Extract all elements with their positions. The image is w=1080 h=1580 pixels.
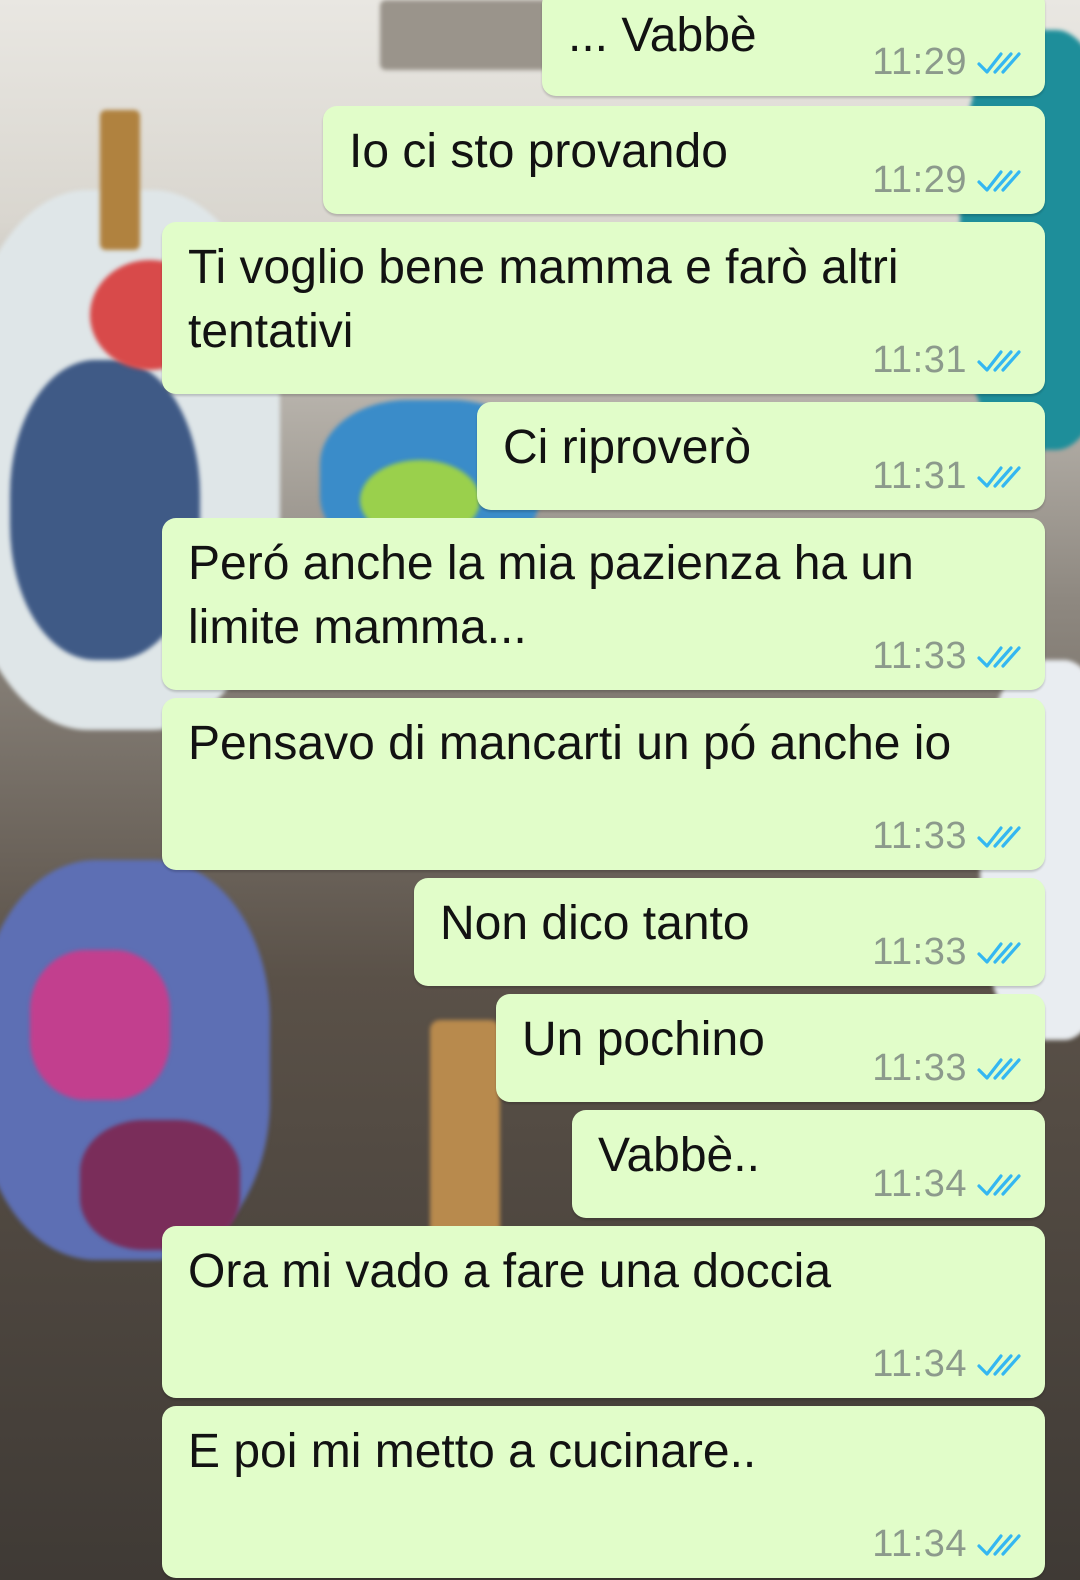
message-meta: 11:31	[872, 455, 1025, 498]
read-receipt-icon	[977, 1057, 1021, 1080]
message-time: 11:33	[872, 1047, 967, 1089]
message-meta: 11:34	[872, 1523, 1025, 1566]
message-time: 11:34	[872, 1523, 967, 1565]
message-bubble[interactable]: Pensavo di mancarti un pó anche io 11:33	[162, 698, 1045, 870]
message-meta: 11:34	[872, 1163, 1025, 1206]
message-meta: 11:33	[872, 815, 1025, 858]
read-receipt-icon	[977, 349, 1021, 372]
read-receipt-icon	[977, 1353, 1021, 1376]
message-time: 11:31	[872, 455, 967, 497]
message-meta: 11:33	[872, 1047, 1025, 1090]
message-text: Pensavo di mancarti un pó anche io	[188, 717, 952, 770]
read-receipt-icon	[977, 941, 1021, 964]
message-bubble[interactable]: Ci riproverò 11:31	[477, 402, 1045, 510]
message-bubble[interactable]: Ti voglio bene mamma e farò altri tentat…	[162, 222, 1045, 394]
message-time: 11:33	[872, 931, 967, 973]
message-text: E poi mi metto a cucinare..	[188, 1425, 757, 1478]
message-list[interactable]: ... Vabbè 11:29 Io ci sto provando 11:29…	[0, 0, 1080, 1580]
read-receipt-icon	[977, 1533, 1021, 1556]
read-receipt-icon	[977, 645, 1021, 668]
message-time: 11:33	[872, 815, 967, 857]
read-receipt-icon	[977, 825, 1021, 848]
message-meta: 11:34	[872, 1343, 1025, 1386]
message-bubble[interactable]: Io ci sto provando 11:29	[323, 106, 1045, 214]
message-time: 11:34	[872, 1343, 967, 1385]
message-bubble[interactable]: Peró anche la mia pazienza ha un limite …	[162, 518, 1045, 690]
message-meta: 11:33	[872, 931, 1025, 974]
message-time: 11:34	[872, 1163, 967, 1205]
message-meta: 11:29	[872, 159, 1025, 202]
message-meta: 11:29	[872, 41, 1025, 84]
read-receipt-icon	[977, 169, 1021, 192]
message-time: 11:29	[872, 159, 967, 201]
message-meta: 11:31	[872, 339, 1025, 382]
read-receipt-icon	[977, 1173, 1021, 1196]
read-receipt-icon	[977, 465, 1021, 488]
message-bubble[interactable]: Un pochino 11:33	[496, 994, 1045, 1102]
message-meta: 11:33	[872, 635, 1025, 678]
message-bubble[interactable]: Ora mi vado a fare una doccia 11:34	[162, 1226, 1045, 1398]
message-time: 11:31	[872, 339, 967, 381]
message-bubble[interactable]: ... Vabbè 11:29	[542, 0, 1045, 96]
message-text: Ora mi vado a fare una doccia	[188, 1245, 832, 1298]
message-bubble[interactable]: Non dico tanto 11:33	[414, 878, 1045, 986]
message-bubble[interactable]: E poi mi metto a cucinare.. 11:34	[162, 1406, 1045, 1578]
read-receipt-icon	[977, 51, 1021, 74]
message-time: 11:29	[872, 41, 967, 83]
message-time: 11:33	[872, 635, 967, 677]
message-bubble[interactable]: Vabbè.. 11:34	[572, 1110, 1045, 1218]
